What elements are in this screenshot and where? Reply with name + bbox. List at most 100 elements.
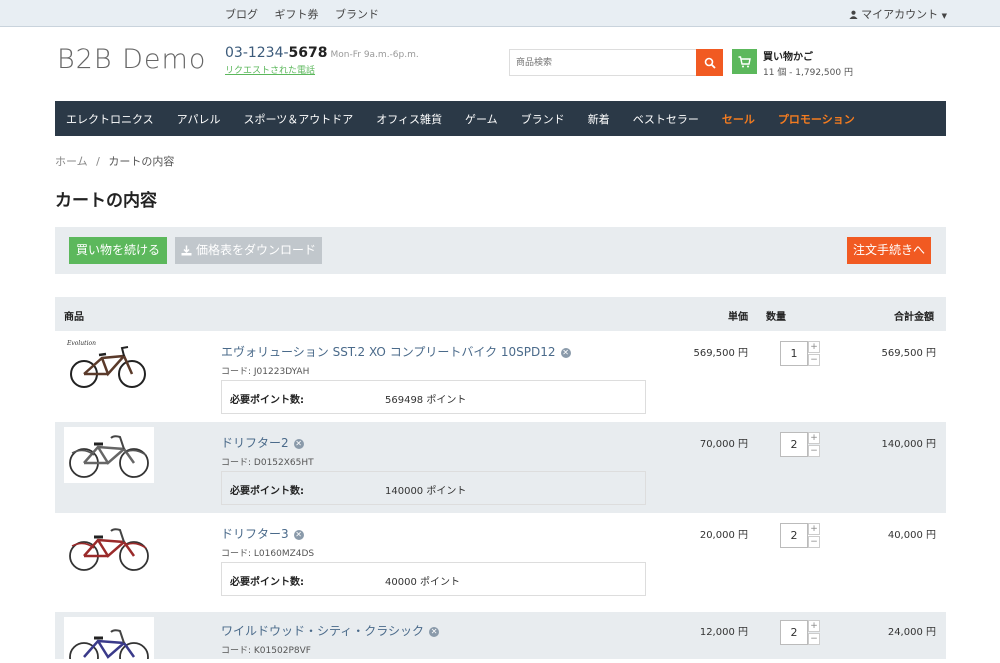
points-label: 必要ポイント数: xyxy=(230,395,304,406)
product-image[interactable] xyxy=(64,518,154,574)
decrement-button[interactable]: − xyxy=(808,354,820,366)
business-hours: Mon-Fr 9a.m.-6p.m. xyxy=(330,50,419,60)
line-total: 24,000 円 xyxy=(887,627,936,638)
nav-item-brands[interactable]: ブランド xyxy=(521,111,565,127)
points-label: 必要ポイント数: xyxy=(230,577,304,588)
code-label: コード: xyxy=(221,458,254,468)
product-name-link[interactable]: ドリフター3 ✕ xyxy=(221,525,304,542)
product-name: ドリフター2 xyxy=(221,436,289,450)
points-box: 必要ポイント数: 569498 ポイント xyxy=(221,380,646,414)
bike-image: Evolution xyxy=(66,340,146,388)
decrement-button[interactable]: − xyxy=(808,445,820,457)
phone-suffix: 5678 xyxy=(288,45,328,61)
line-total: 40,000 円 xyxy=(887,530,936,541)
top-link-blog[interactable]: ブログ xyxy=(225,8,258,21)
code-value: J01223DYAH xyxy=(253,367,310,377)
remove-item-icon[interactable]: ✕ xyxy=(293,530,304,540)
cart-summary: 11 個 - 1,792,500 円 xyxy=(763,68,853,78)
product-name: エヴォリューション SST.2 XO コンプリートバイク 10SPD12 xyxy=(221,345,556,359)
caret-down-icon: ▼ xyxy=(941,12,947,20)
phone-number: 03-1234-5678 Mon-Fr 9a.m.-6p.m. xyxy=(225,45,419,61)
unit-price: 12,000 円 xyxy=(699,627,748,638)
nav-item-sports-outdoor[interactable]: スポーツ＆アウトドア xyxy=(243,111,353,127)
line-total: 569,500 円 xyxy=(881,348,936,359)
site-logo[interactable]: B2B Demo xyxy=(57,44,206,75)
breadcrumb-separator: / xyxy=(96,155,100,168)
nav-item-electronics[interactable]: エレクトロニクス xyxy=(66,111,154,127)
product-name: ワイルドウッド・シティ・クラシック xyxy=(221,624,425,638)
breadcrumb-home[interactable]: ホーム xyxy=(55,155,88,168)
decrement-button[interactable]: − xyxy=(808,536,820,548)
decrement-button[interactable]: − xyxy=(808,633,820,645)
cart-title[interactable]: 買い物かご xyxy=(763,48,813,63)
search-box xyxy=(509,49,723,76)
quantity-input[interactable]: 2 xyxy=(780,523,808,548)
search-button[interactable] xyxy=(696,49,723,76)
quantity-input[interactable]: 2 xyxy=(780,620,808,645)
code-value: K01502P8VF xyxy=(253,646,311,656)
quantity-input[interactable]: 2 xyxy=(780,432,808,457)
search-icon xyxy=(704,57,716,69)
product-image[interactable] xyxy=(64,427,154,483)
bike-image xyxy=(69,528,149,571)
nav-item-new[interactable]: 新着 xyxy=(588,111,610,127)
increment-button[interactable]: + xyxy=(808,432,820,444)
table-row: ドリフター2 ✕ コード: D0152X65HT 必要ポイント数: 140000 … xyxy=(55,422,946,513)
svg-text:Evolution: Evolution xyxy=(66,340,96,347)
top-link-gift-card[interactable]: ギフト券 xyxy=(275,8,319,21)
quantity-stepper: 1 + − xyxy=(780,341,820,366)
quantity-input[interactable]: 1 xyxy=(780,341,808,366)
unit-price: 70,000 円 xyxy=(699,439,748,450)
points-value: 40000 ポイント xyxy=(385,577,460,588)
quantity-stepper: 2 + − xyxy=(780,432,820,457)
product-code: コード: J01223DYAH xyxy=(221,364,309,377)
unit-price: 569,500 円 xyxy=(693,348,748,359)
product-code: コード: L0160MZ4DS xyxy=(221,546,314,559)
checkout-button[interactable]: 注文手続きへ xyxy=(846,237,931,264)
points-label: 必要ポイント数: xyxy=(230,486,304,497)
top-bar: ブログ ギフト券 ブランド マイアカウント ▼ xyxy=(0,0,1000,27)
nav-item-promotion[interactable]: プロモーション xyxy=(778,111,855,127)
download-icon xyxy=(181,245,192,256)
points-box: 必要ポイント数: 40000 ポイント xyxy=(221,562,646,596)
product-name-link[interactable]: ドリフター2 ✕ xyxy=(221,434,304,451)
cart-action-bar: 買い物を続ける 価格表をダウンロード 注文手続きへ xyxy=(55,227,946,274)
product-name-link[interactable]: ワイルドウッド・シティ・クラシック ✕ xyxy=(221,622,440,639)
product-code: コード: K01502P8VF xyxy=(221,643,311,656)
page-title: カートの内容 xyxy=(55,191,157,211)
remove-item-icon[interactable]: ✕ xyxy=(429,627,440,637)
cart-button[interactable] xyxy=(732,49,757,74)
header-quantity: 数量 xyxy=(766,312,786,323)
bike-image xyxy=(69,435,149,478)
remove-item-icon[interactable]: ✕ xyxy=(560,348,571,358)
increment-button[interactable]: + xyxy=(808,620,820,632)
product-image[interactable]: Evolution xyxy=(64,336,154,392)
points-value: 569498 ポイント xyxy=(385,395,467,406)
nav-item-sale[interactable]: セール xyxy=(722,111,755,127)
top-link-brand[interactable]: ブランド xyxy=(335,8,379,21)
product-image[interactable] xyxy=(64,617,154,663)
increment-button[interactable]: + xyxy=(808,523,820,535)
account-label: マイアカウント xyxy=(861,8,939,21)
breadcrumb: ホーム / カートの内容 xyxy=(55,153,174,169)
code-label: コード: xyxy=(221,549,254,559)
nav-item-bestsellers[interactable]: ベストセラー xyxy=(633,111,699,127)
download-price-list-button[interactable]: 価格表をダウンロード xyxy=(175,237,323,264)
remove-item-icon[interactable]: ✕ xyxy=(293,439,304,449)
nav-item-office[interactable]: オフィス雑貨 xyxy=(376,111,442,127)
header-total: 合計金額 xyxy=(894,312,934,323)
nav-item-apparel[interactable]: アパレル xyxy=(177,111,221,127)
increment-button[interactable]: + xyxy=(808,341,820,353)
top-links: ブログ ギフト券 ブランド xyxy=(225,6,392,22)
product-name-link[interactable]: エヴォリューション SST.2 XO コンプリートバイク 10SPD12 ✕ xyxy=(221,343,571,360)
quantity-stepper: 2 + − xyxy=(780,620,820,645)
request-call-link[interactable]: リクエストされた電話 xyxy=(225,63,315,76)
table-row: Evolution エヴォリューション SST.2 XO コンプリートバイク 1… xyxy=(55,331,946,422)
nav-item-games[interactable]: ゲーム xyxy=(465,111,498,127)
cart-table-header: 商品 単価 数量 合計金額 xyxy=(55,297,946,331)
points-box: 必要ポイント数: 140000 ポイント xyxy=(221,471,646,505)
code-label: コード: xyxy=(221,646,254,656)
search-input[interactable] xyxy=(510,50,696,76)
account-menu[interactable]: マイアカウント ▼ xyxy=(849,6,947,22)
continue-shopping-button[interactable]: 買い物を続ける xyxy=(69,237,168,264)
